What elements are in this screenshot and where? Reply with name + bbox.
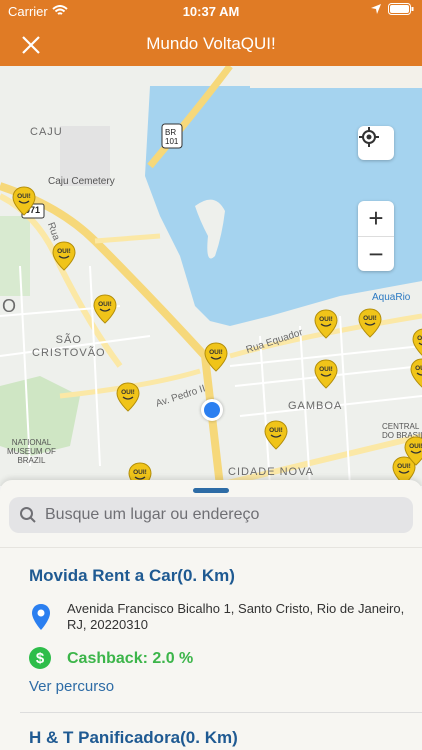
crosshair-icon — [359, 127, 379, 147]
svg-text:OUI!: OUI! — [409, 443, 422, 450]
location-pin-icon — [32, 604, 50, 630]
svg-text:OUI!: OUI! — [57, 248, 71, 255]
map-pin-marker[interactable]: OUI! — [116, 382, 140, 412]
route-link[interactable]: Ver percurso — [29, 678, 114, 695]
svg-text:OUI!: OUI! — [319, 316, 333, 323]
place-address: Avenida Francisco Bicalho 1, Santo Crist… — [67, 601, 405, 632]
svg-text:OUI!: OUI! — [98, 301, 112, 308]
search-icon — [20, 507, 36, 523]
map-view[interactable]: CAJU Caju Cemetery BR 101 071 Rua O SÃO … — [0, 66, 422, 486]
map-pin-marker[interactable]: OUI! — [93, 294, 117, 324]
bottom-sheet: Movida Rent a Car(0. Km) Avenida Francis… — [0, 480, 422, 750]
battery-icon — [388, 3, 414, 15]
map-label-caju-cemetery: Caju Cemetery — [48, 176, 115, 187]
page-title: Mundo VoltaQUI! — [146, 34, 276, 53]
map-pin-marker[interactable]: OUI! — [264, 420, 288, 450]
zoom-out-button[interactable]: − — [358, 237, 394, 272]
map-pin-marker[interactable]: OUI! — [12, 186, 36, 216]
svg-text:OUI!: OUI! — [121, 389, 135, 396]
svg-text:OUI!: OUI! — [417, 335, 422, 342]
svg-text:OUI!: OUI! — [133, 469, 147, 476]
map-pin-marker[interactable]: OUI! — [52, 241, 76, 271]
map-label-o: O — [2, 296, 18, 316]
status-bar: Carrier 10:37 AM — [0, 0, 422, 22]
map-label-national-museum: NATIONAL MUSEUM OF BRAZIL — [7, 438, 56, 465]
place-title[interactable]: H & T Panificadora(0. Km) — [29, 728, 238, 748]
map-label-cidade-nova: CIDADE NOVA — [228, 466, 314, 478]
map-pin-marker[interactable]: OUI! — [358, 308, 382, 338]
svg-text:OUI!: OUI! — [269, 427, 283, 434]
sheet-grab-handle[interactable] — [193, 488, 229, 493]
map-label-aquario: AquaRio — [372, 292, 411, 303]
svg-text:OUI!: OUI! — [319, 366, 333, 373]
zoom-in-button[interactable]: + — [358, 201, 394, 237]
zoom-control: + − — [358, 201, 394, 271]
search-input[interactable] — [43, 505, 407, 525]
svg-text:OUI!: OUI! — [17, 193, 31, 200]
map-pin-marker[interactable]: OUI! — [412, 328, 422, 358]
map-label-caju: CAJU — [30, 126, 63, 138]
svg-text:OUI!: OUI! — [209, 349, 223, 356]
map-label-sao-cristovao: SÃO CRISTOVÃO — [32, 334, 106, 359]
map-label-br101: BR 101 — [165, 128, 179, 146]
list-separator — [0, 547, 422, 548]
user-location-dot — [201, 399, 223, 421]
locate-me-button[interactable] — [358, 126, 394, 160]
svg-text:OUI!: OUI! — [415, 365, 422, 372]
nav-bar: Mundo VoltaQUI! — [0, 22, 422, 66]
item-divider — [20, 712, 422, 713]
map-pin-marker[interactable]: OUI! — [404, 436, 422, 466]
clock: 10:37 AM — [182, 4, 240, 19]
map-pin-marker[interactable]: OUI! — [314, 359, 338, 389]
map-pin-marker[interactable]: OUI! — [410, 358, 422, 388]
location-arrow-icon — [371, 4, 381, 14]
search-bar[interactable] — [9, 497, 413, 533]
cashback-dollar-icon: $ — [29, 647, 51, 669]
map-pin-marker[interactable]: OUI! — [204, 342, 228, 372]
cashback-label: Cashback: 2.0 % — [67, 650, 194, 667]
svg-text:OUI!: OUI! — [363, 315, 377, 322]
map-pin-marker[interactable]: OUI! — [314, 309, 338, 339]
place-title[interactable]: Movida Rent a Car(0. Km) — [29, 566, 235, 586]
map-label-gamboa: GAMBOA — [288, 400, 343, 412]
